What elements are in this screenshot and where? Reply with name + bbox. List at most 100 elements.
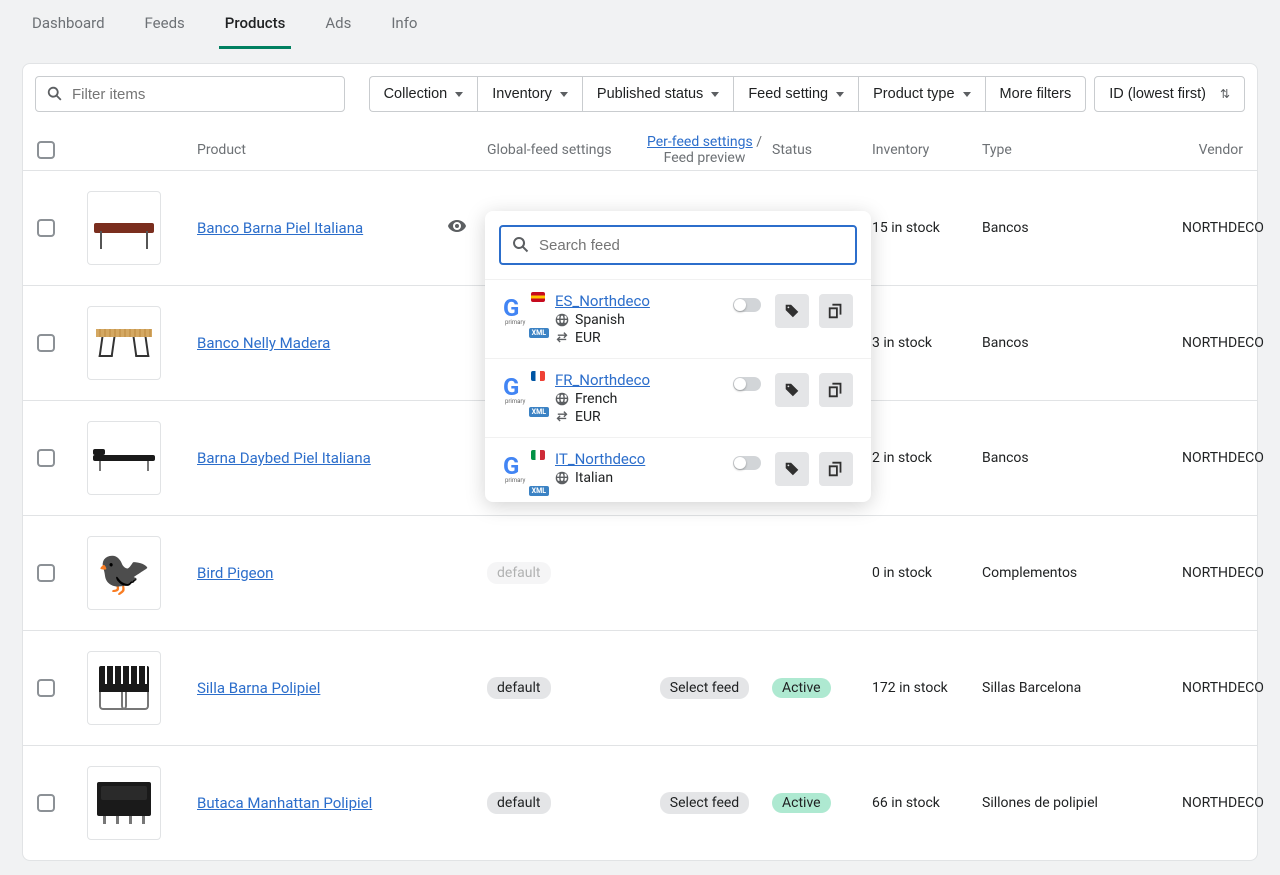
col-feed-preview: Feed preview (664, 150, 746, 166)
col-per-feed: Per-feed settings / Feed preview (637, 134, 772, 166)
feed-item[interactable]: G primary XML FR_Northdeco French EUR (485, 358, 871, 437)
feed-tag-button[interactable] (775, 373, 809, 407)
feed-tag-button[interactable] (775, 452, 809, 486)
row-checkbox[interactable] (37, 794, 55, 812)
row-checkbox[interactable] (37, 334, 55, 352)
filter-input-wrap[interactable] (35, 76, 345, 112)
select-feed-pill[interactable]: Select feed (660, 792, 749, 814)
table-row: Butaca Manhattan Polipiel default Select… (23, 746, 1257, 860)
more-filters-button[interactable]: More filters (985, 76, 1087, 112)
product-thumbnail[interactable]: 🐦‍⬛ (87, 536, 161, 610)
products-panel: Collection Inventory Published status Fe… (22, 63, 1258, 861)
select-all-checkbox[interactable] (37, 141, 55, 159)
sort-button[interactable]: ID (lowest first) (1094, 76, 1245, 112)
nav-feeds[interactable]: Feeds (139, 0, 191, 49)
filter-collection[interactable]: Collection (369, 76, 478, 112)
language-icon (555, 313, 569, 327)
chevron-down-icon (455, 92, 463, 97)
search-icon (511, 235, 531, 255)
nav-products[interactable]: Products (219, 0, 292, 49)
table-row: 🐦‍⬛ Bird Pigeon default 0 in stock Compl… (23, 516, 1257, 631)
col-product: Product (197, 142, 447, 158)
table-header: Product Global-feed settings Per-feed se… (23, 124, 1257, 171)
inventory-cell: 66 in stock (872, 795, 982, 811)
type-cell: Sillas Barcelona (982, 680, 1182, 696)
product-name-link[interactable]: Barna Daybed Piel Italiana (197, 449, 371, 467)
feed-name-link[interactable]: FR_Northdeco (555, 371, 650, 389)
type-cell: Sillones de polipiel (982, 795, 1182, 811)
per-feed-settings-link[interactable]: Per-feed settings (647, 134, 753, 150)
type-cell: Bancos (982, 335, 1182, 351)
filter-inventory[interactable]: Inventory (477, 76, 582, 112)
feed-source-icon: G primary XML (503, 294, 541, 332)
copy-icon (827, 381, 845, 399)
language-icon (555, 471, 569, 485)
filter-input[interactable] (72, 86, 334, 103)
feed-toggle[interactable] (733, 377, 761, 391)
type-cell: Bancos (982, 220, 1182, 236)
feed-name-link[interactable]: IT_Northdeco (555, 450, 645, 468)
col-vendor: Vendor (1182, 142, 1243, 158)
filter-feed-setting[interactable]: Feed setting (733, 76, 858, 112)
copy-icon (827, 460, 845, 478)
global-feed-pill[interactable]: default (487, 562, 551, 584)
product-name-link[interactable]: Banco Nelly Madera (197, 334, 330, 352)
feed-search-wrap[interactable] (499, 225, 857, 265)
filter-product-type[interactable]: Product type (858, 76, 984, 112)
nav-info[interactable]: Info (385, 0, 423, 49)
language-icon (555, 392, 569, 406)
product-name-link[interactable]: Silla Barna Polipiel (197, 679, 320, 697)
global-feed-pill[interactable]: default (487, 792, 551, 814)
product-thumbnail[interactable] (87, 766, 161, 840)
product-thumbnail[interactable] (87, 421, 161, 495)
nav-dashboard[interactable]: Dashboard (26, 0, 111, 49)
table-row: Banco Barna Piel Italiana default Select… (23, 171, 1257, 286)
feed-dropdown: G primary XML ES_Northdeco Spanish EUR G… (485, 211, 871, 502)
inventory-cell: 0 in stock (872, 565, 982, 581)
nav-ads[interactable]: Ads (319, 0, 357, 49)
status-badge: Active (772, 678, 831, 698)
feed-search-input[interactable] (539, 237, 845, 254)
product-name-link[interactable]: Butaca Manhattan Polipiel (197, 794, 372, 812)
currency-icon (555, 331, 569, 345)
feed-language: Italian (575, 470, 613, 486)
product-thumbnail[interactable] (87, 306, 161, 380)
feed-copy-button[interactable] (819, 452, 853, 486)
row-checkbox[interactable] (37, 449, 55, 467)
product-thumbnail[interactable] (87, 651, 161, 725)
feed-currency: EUR (575, 409, 601, 425)
inventory-cell: 3 in stock (872, 335, 982, 351)
global-feed-pill[interactable]: default (487, 677, 551, 699)
row-checkbox[interactable] (37, 679, 55, 697)
tag-icon (783, 381, 801, 399)
product-thumbnail[interactable] (87, 191, 161, 265)
feed-toggle[interactable] (733, 456, 761, 470)
feed-tag-button[interactable] (775, 294, 809, 328)
feed-copy-button[interactable] (819, 373, 853, 407)
chevron-down-icon (711, 92, 719, 97)
feed-toggle[interactable] (733, 298, 761, 312)
preview-eye-button[interactable] (447, 216, 487, 240)
select-feed-pill[interactable]: Select feed (660, 677, 749, 699)
type-cell: Complementos (982, 565, 1182, 581)
vendor-cell: NORTHDECO (1182, 220, 1264, 236)
vendor-cell: NORTHDECO (1182, 335, 1264, 351)
feed-source-icon: G primary XML (503, 373, 541, 411)
feed-item[interactable]: G primary XML IT_Northdeco Italian (485, 437, 871, 502)
row-checkbox[interactable] (37, 219, 55, 237)
product-name-link[interactable]: Bird Pigeon (197, 564, 273, 582)
feed-language: Spanish (575, 312, 625, 328)
feed-name-link[interactable]: ES_Northdeco (555, 292, 650, 310)
feed-copy-button[interactable] (819, 294, 853, 328)
type-cell: Bancos (982, 450, 1182, 466)
feed-item[interactable]: G primary XML ES_Northdeco Spanish EUR (485, 279, 871, 358)
product-name-link[interactable]: Banco Barna Piel Italiana (197, 219, 363, 237)
col-type: Type (982, 142, 1182, 158)
toolbar: Collection Inventory Published status Fe… (23, 64, 1257, 124)
vendor-cell: NORTHDECO (1182, 565, 1264, 581)
row-checkbox[interactable] (37, 564, 55, 582)
vendor-cell: NORTHDECO (1182, 680, 1264, 696)
filter-published[interactable]: Published status (582, 76, 733, 112)
filter-group: Collection Inventory Published status Fe… (369, 76, 1087, 112)
feed-currency: EUR (575, 330, 601, 346)
